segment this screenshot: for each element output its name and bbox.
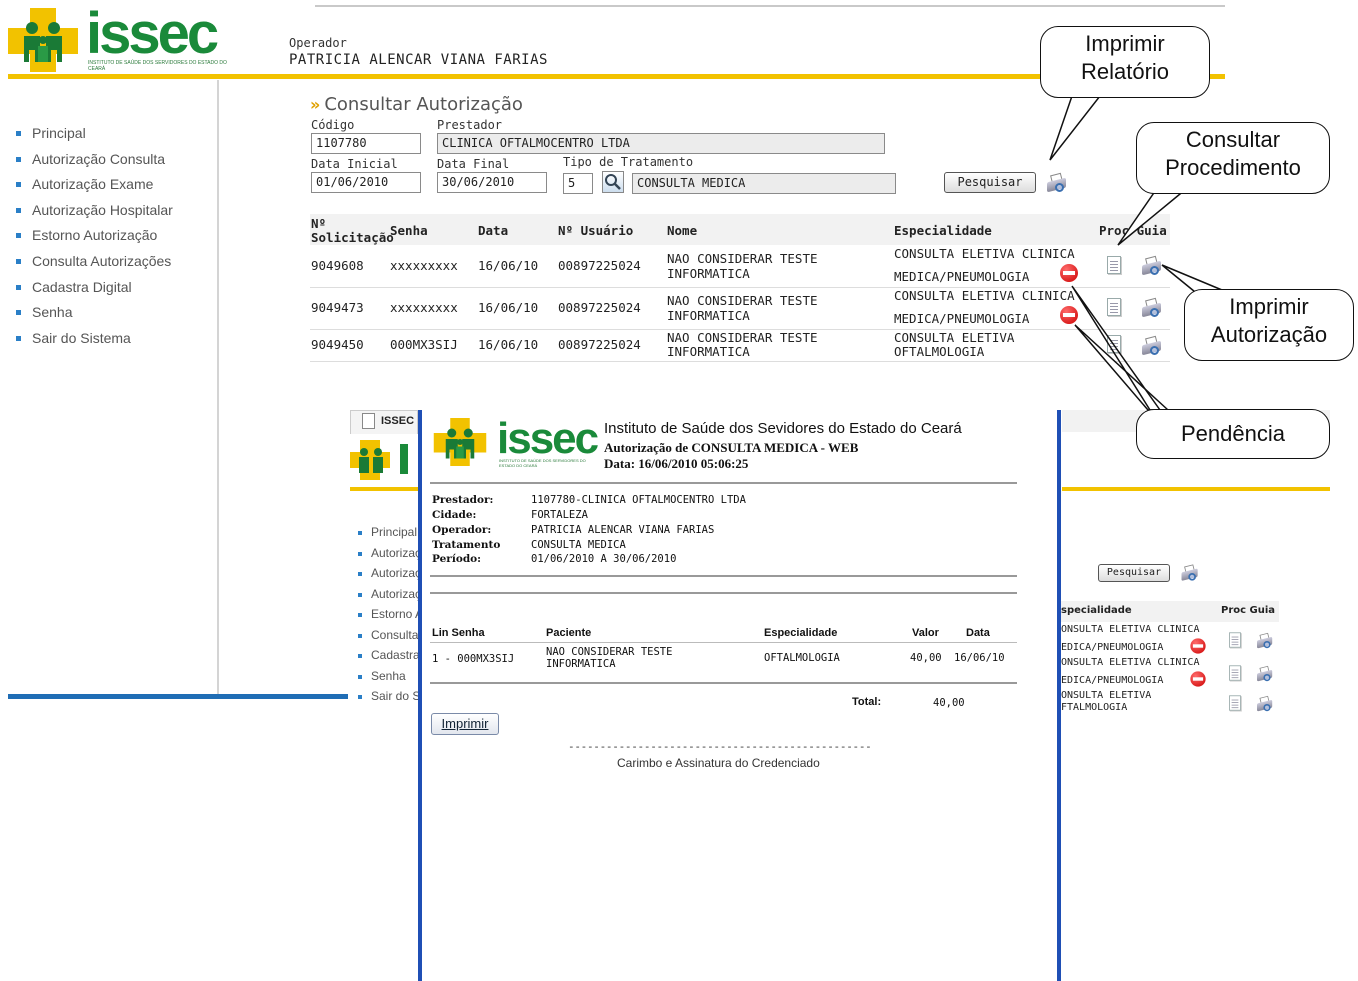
callout-text: Autorização [1210,322,1328,347]
callout-pendencia: Pendência [1136,409,1330,459]
callout-imprimir-autorizacao: Imprimir Autorização [1184,289,1354,361]
callout-consultar-procedimento: Consultar Procedimento [1136,122,1330,194]
callout-text: Relatório [1080,59,1170,84]
callout-text: Procedimento [1165,155,1301,180]
callout-text: Imprimir [1229,294,1309,319]
callout-text: Pendência [1181,421,1285,446]
callout-text: Consultar [1185,127,1281,152]
callout-imprimir-relatorio: Imprimir Relatório [1040,26,1210,98]
callout-text: Imprimir [1085,31,1165,56]
